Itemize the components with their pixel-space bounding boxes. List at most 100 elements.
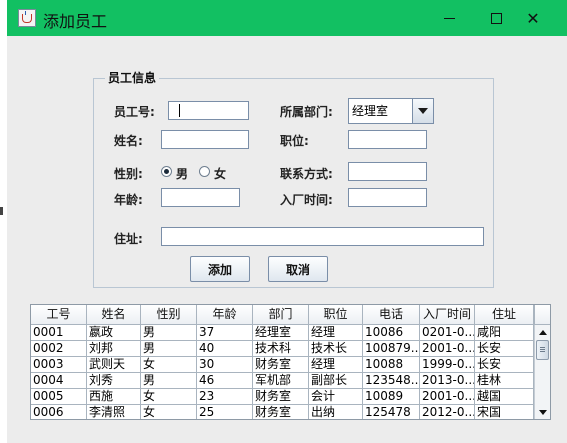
table-cell[interactable]: 技术长 <box>309 341 363 357</box>
gender-male-label[interactable]: 男 <box>176 165 188 182</box>
table-cell[interactable]: 40 <box>197 341 253 357</box>
gender-male-radio[interactable] <box>161 166 172 177</box>
table-cell[interactable]: 会计 <box>309 389 363 405</box>
radio-unselected-icon <box>199 166 210 177</box>
table-cell[interactable]: 武则天 <box>87 357 141 373</box>
gender-female-label[interactable]: 女 <box>214 165 226 182</box>
table-cell[interactable]: 男 <box>141 373 197 389</box>
table-row[interactable]: 0005 西施 女 23 财务室 会计 10089 2001-0... 越国 <box>31 389 534 405</box>
table-cell[interactable]: 0005 <box>31 389 87 405</box>
table-cell[interactable]: 2013-0... <box>420 373 475 389</box>
table-cell[interactable]: 123548... <box>363 373 420 389</box>
table-cell[interactable]: 宋国 <box>475 405 534 419</box>
table-header: 工号 姓名 性别 年龄 部门 职位 电话 入厂时间 住址 <box>31 305 534 325</box>
table-cell[interactable]: 李清照 <box>87 405 141 419</box>
vertical-scrollbar[interactable] <box>534 325 550 419</box>
employee-table[interactable]: 工号 姓名 性别 年龄 部门 职位 电话 入厂时间 住址 0001 嬴政 男 3… <box>30 304 551 420</box>
table-cell[interactable]: 0006 <box>31 405 87 419</box>
table-cell[interactable]: 46 <box>197 373 253 389</box>
employee-id-field[interactable] <box>168 101 249 120</box>
close-button[interactable]: ✕ <box>510 0 556 36</box>
column-header[interactable]: 年龄 <box>197 305 253 325</box>
table-cell[interactable]: 越国 <box>475 389 534 405</box>
table-cell[interactable]: 0004 <box>31 373 87 389</box>
column-header[interactable]: 住址 <box>475 305 534 325</box>
table-cell[interactable]: 财务室 <box>253 389 309 405</box>
gender-female-radio[interactable] <box>199 166 210 177</box>
table-cell[interactable]: 100879... <box>363 341 420 357</box>
scroll-thumb[interactable] <box>536 340 549 360</box>
table-cell[interactable]: 37 <box>197 325 253 341</box>
table-cell[interactable]: 2012-0... <box>420 405 475 419</box>
dropdown-button[interactable] <box>413 99 433 123</box>
table-cell[interactable]: 0003 <box>31 357 87 373</box>
table-cell[interactable]: 0001 <box>31 325 87 341</box>
table-cell[interactable]: 女 <box>141 389 197 405</box>
column-header[interactable]: 职位 <box>309 305 363 325</box>
name-field[interactable] <box>161 130 249 149</box>
close-icon: ✕ <box>526 8 540 28</box>
cancel-button[interactable]: 取消 <box>268 256 328 282</box>
table-cell[interactable]: 0002 <box>31 341 87 357</box>
table-cell[interactable]: 长安 <box>475 357 534 373</box>
table-cell[interactable]: 女 <box>141 357 197 373</box>
column-header[interactable]: 入厂时间 <box>420 305 475 325</box>
table-cell[interactable]: 10088 <box>363 357 420 373</box>
scroll-down-button[interactable] <box>535 405 550 419</box>
table-cell[interactable]: 10086 <box>363 325 420 341</box>
table-row[interactable]: 0002 刘邦 男 40 技术科 技术长 100879... 2001-0...… <box>31 341 534 357</box>
table-cell[interactable]: 经理 <box>309 357 363 373</box>
table-cell[interactable]: 2001-0... <box>420 341 475 357</box>
table-cell[interactable]: 西施 <box>87 389 141 405</box>
table-cell[interactable]: 咸阳 <box>475 325 534 341</box>
column-header[interactable]: 电话 <box>363 305 420 325</box>
position-field[interactable] <box>348 130 427 149</box>
column-header[interactable]: 部门 <box>253 305 309 325</box>
table-cell[interactable]: 财务室 <box>253 405 309 419</box>
table-cell[interactable]: 出纳 <box>309 405 363 419</box>
table-cell[interactable]: 23 <box>197 389 253 405</box>
table-row[interactable]: 0001 嬴政 男 37 经理室 经理 10086 0201-0... 咸阳 <box>31 325 534 341</box>
title-bar[interactable]: 添加员工 ✕ <box>7 0 567 36</box>
table-cell[interactable]: 经理 <box>309 325 363 341</box>
scroll-up-button[interactable] <box>535 325 550 339</box>
table-cell[interactable]: 嬴政 <box>87 325 141 341</box>
table-cell[interactable]: 30 <box>197 357 253 373</box>
table-cell[interactable]: 0201-0... <box>420 325 475 341</box>
minimize-button[interactable] <box>426 0 472 36</box>
column-header[interactable]: 性别 <box>141 305 197 325</box>
table-row[interactable]: 0006 李清照 女 25 财务室 出纳 125478 2012-0... 宋国 <box>31 405 534 419</box>
address-field[interactable] <box>161 227 484 246</box>
table-cell[interactable]: 桂林 <box>475 373 534 389</box>
group-title: 员工信息 <box>105 69 160 86</box>
add-employee-window: 添加员工 ✕ 员工信息 员工号: 所属部门: 经理室 姓名: 职位: 性别: 男… <box>7 0 567 443</box>
table-cell[interactable]: 男 <box>141 341 197 357</box>
column-header[interactable]: 工号 <box>31 305 87 325</box>
table-cell[interactable]: 刘邦 <box>87 341 141 357</box>
table-cell[interactable]: 25 <box>197 405 253 419</box>
contact-field[interactable] <box>348 162 427 181</box>
table-cell[interactable]: 财务室 <box>253 357 309 373</box>
table-cell[interactable]: 军机部 <box>253 373 309 389</box>
table-cell[interactable]: 技术科 <box>253 341 309 357</box>
chevron-down-icon <box>418 108 428 114</box>
table-cell[interactable]: 2001-0... <box>420 389 475 405</box>
department-combo[interactable]: 经理室 <box>348 98 434 124</box>
table-cell[interactable]: 10089 <box>363 389 420 405</box>
hire-date-field[interactable] <box>348 188 427 207</box>
table-cell[interactable]: 副部长 <box>309 373 363 389</box>
table-cell[interactable]: 125478 <box>363 405 420 419</box>
employee-id-label: 员工号: <box>114 105 155 119</box>
table-cell[interactable]: 经理室 <box>253 325 309 341</box>
table-row[interactable]: 0004 刘秀 男 46 军机部 副部长 123548... 2013-0...… <box>31 373 534 389</box>
age-field[interactable] <box>161 188 240 207</box>
table-cell[interactable]: 长安 <box>475 341 534 357</box>
table-cell[interactable]: 1999-0... <box>420 357 475 373</box>
table-cell[interactable]: 女 <box>141 405 197 419</box>
position-label: 职位: <box>280 134 309 148</box>
table-row[interactable]: 0003 武则天 女 30 财务室 经理 10088 1999-0... 长安 <box>31 357 534 373</box>
add-button[interactable]: 添加 <box>190 256 250 282</box>
column-header[interactable]: 姓名 <box>87 305 141 325</box>
table-cell[interactable]: 刘秀 <box>87 373 141 389</box>
table-cell[interactable]: 男 <box>141 325 197 341</box>
